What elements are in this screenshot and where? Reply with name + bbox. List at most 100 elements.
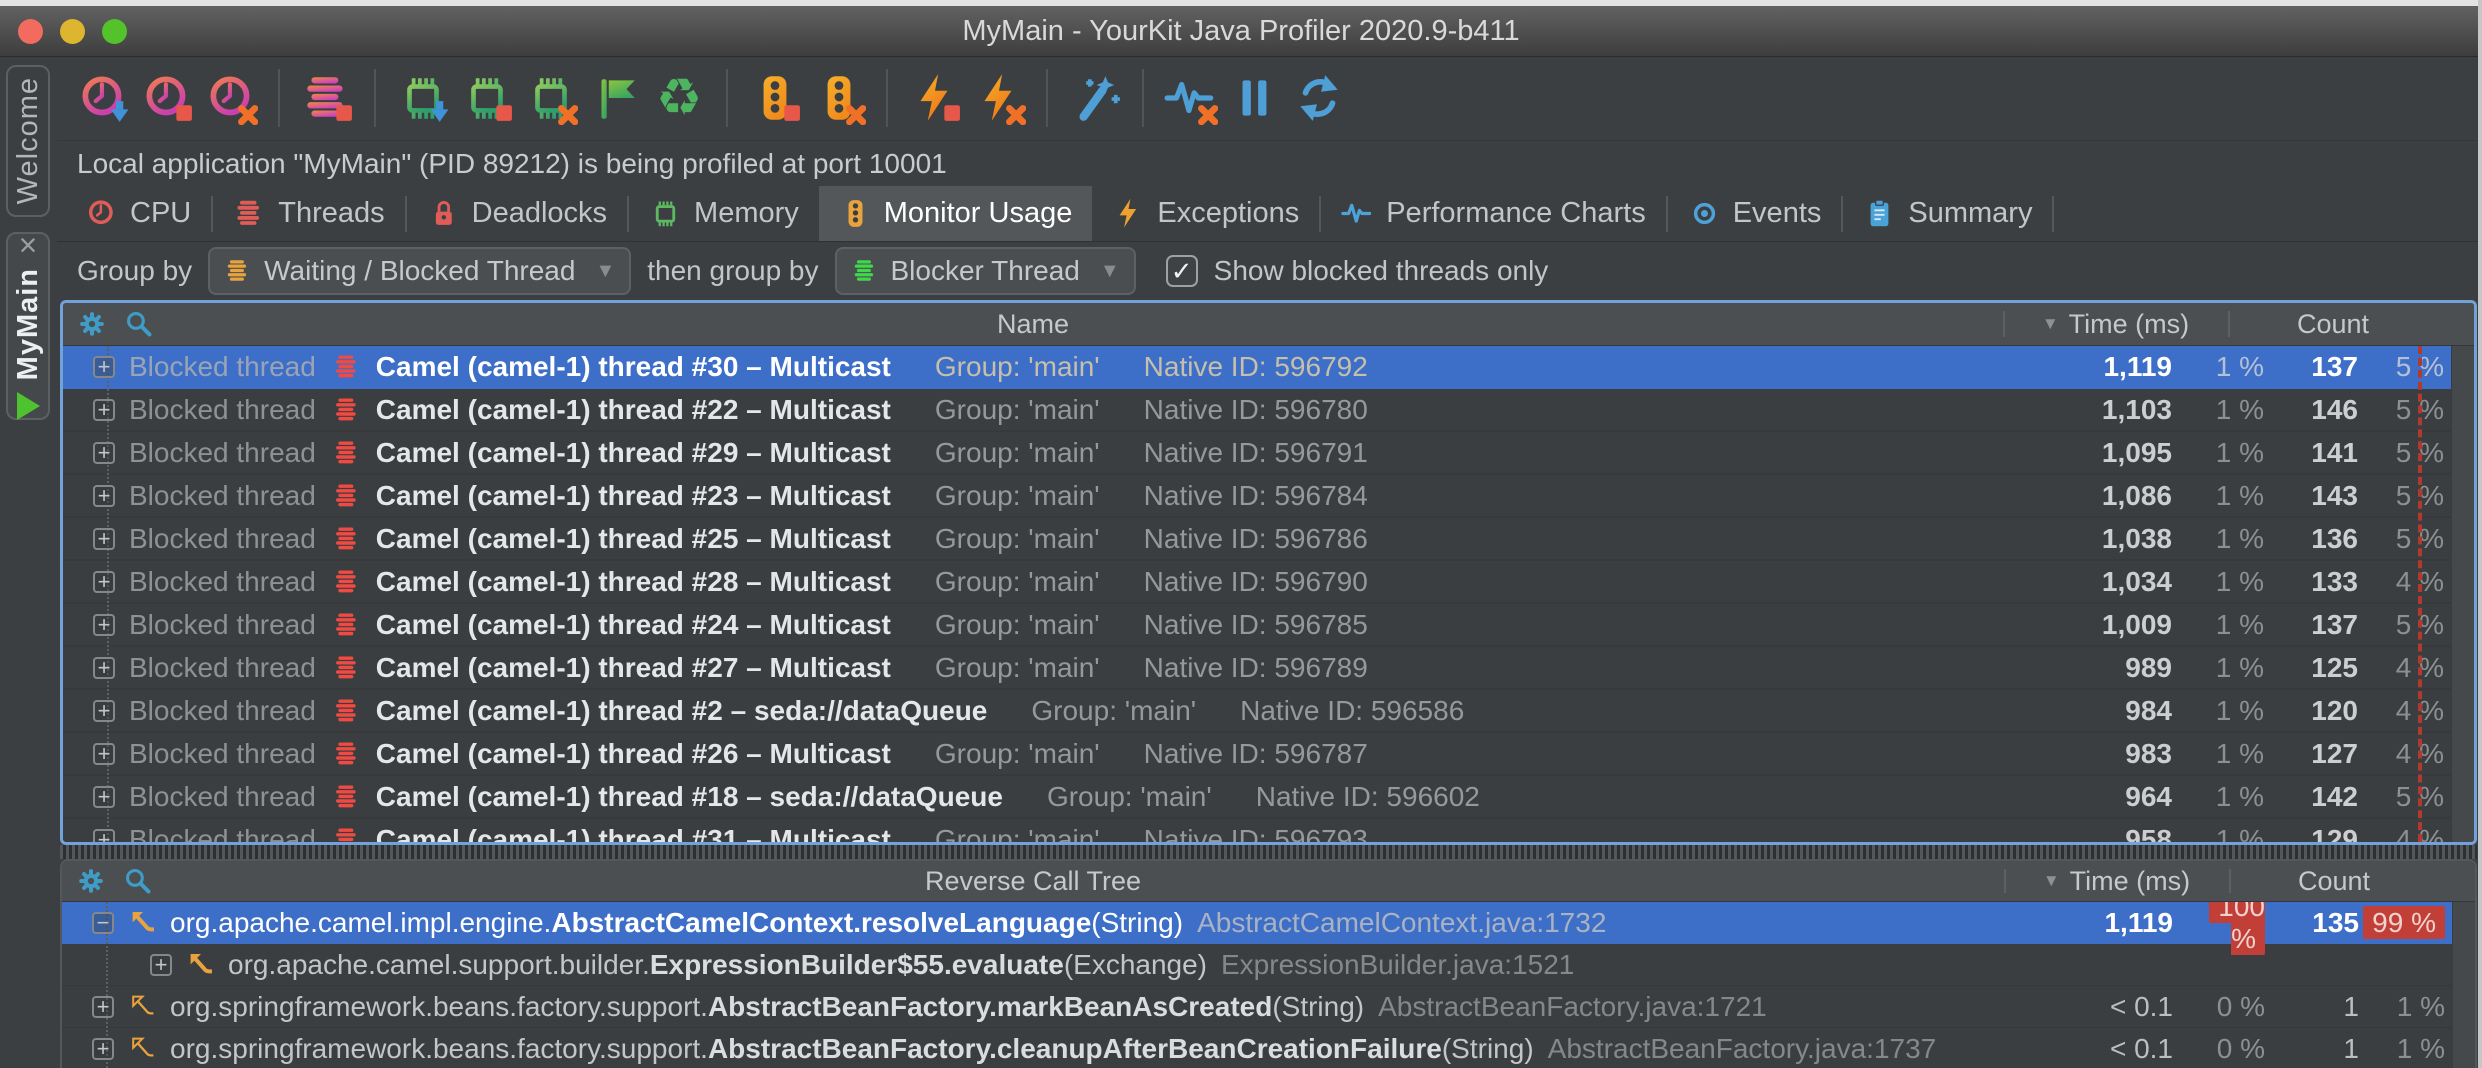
time-cell: 1,034 1 % — [2039, 566, 2264, 598]
sidebar-tab-mymain[interactable]: × MyMain — [6, 232, 50, 420]
expand-icon[interactable]: + — [93, 571, 115, 593]
time-column-header[interactable]: ▼ Time (ms) — [2003, 303, 2228, 345]
tab-cpu[interactable]: CPU — [65, 186, 211, 241]
blocked-thread-row[interactable]: +Blocked threadCamel (camel-1) thread #2… — [63, 561, 2474, 604]
tab-label: Summary — [1908, 197, 2032, 230]
name-column-header[interactable]: Name — [63, 309, 2003, 340]
sidebar-tab-welcome[interactable]: Welcome — [6, 65, 50, 217]
count-cell: 135 99 % — [2265, 907, 2475, 939]
tab-deadlocks[interactable]: Deadlocks — [407, 186, 627, 241]
blocked-thread-label: Blocked thread — [129, 781, 316, 813]
time-column-header[interactable]: ▼ Time (ms) — [2004, 861, 2229, 901]
cpu-stop-button[interactable] — [138, 69, 196, 127]
monitors-stop-button[interactable] — [746, 69, 804, 127]
panel-splitter[interactable] — [60, 845, 2477, 859]
expand-icon[interactable]: + — [93, 743, 115, 765]
tab-monitor-usage[interactable]: Monitor Usage — [819, 186, 1093, 241]
clipboard-icon — [1863, 197, 1896, 230]
expand-icon[interactable]: + — [150, 954, 172, 976]
count-value: 137 — [2268, 351, 2358, 383]
tab-label: Threads — [278, 197, 384, 230]
time-value: 1,009 — [2052, 609, 2172, 641]
tab-label: Deadlocks — [472, 197, 607, 230]
collapse-icon[interactable]: − — [92, 912, 114, 934]
blocked-thread-row[interactable]: +Blocked threadCamel (camel-1) thread #1… — [63, 776, 2474, 819]
blocked-thread-row[interactable]: +Blocked threadCamel (camel-1) thread #2… — [63, 389, 2474, 432]
blocked-thread-row[interactable]: +Blocked threadCamel (camel-1) thread #2… — [63, 475, 2474, 518]
count-value: 141 — [2268, 437, 2358, 469]
trigger-flag-button[interactable] — [586, 69, 644, 127]
thread-stack-icon — [332, 438, 362, 468]
titlebar[interactable]: MyMain - YourKit Java Profiler 2020.9-b4… — [0, 6, 2482, 57]
expand-icon[interactable]: + — [93, 442, 115, 464]
call-tree-row[interactable]: + org.springframework.beans.factory.supp… — [62, 986, 2475, 1028]
expand-icon[interactable]: + — [93, 614, 115, 636]
close-tab-icon[interactable]: × — [19, 232, 38, 258]
tab-threads[interactable]: Threads — [213, 186, 404, 241]
expand-icon[interactable]: + — [93, 700, 115, 722]
blocked-thread-row[interactable]: +Blocked threadCamel (camel-1) thread #2… — [63, 432, 2474, 475]
count-column-header[interactable]: Count — [2229, 861, 2453, 901]
blocked-thread-row[interactable]: +Blocked threadCamel (camel-1) thread #2… — [63, 733, 2474, 776]
expand-icon[interactable]: + — [93, 528, 115, 550]
call-tree-row[interactable]: − org.apache.camel.impl.engine.AbstractC… — [62, 902, 2475, 944]
tab-exceptions[interactable]: Exceptions — [1092, 186, 1319, 241]
expand-icon[interactable]: + — [93, 657, 115, 679]
tab-memory[interactable]: Memory — [629, 186, 819, 241]
cpu-clear-button[interactable] — [202, 69, 260, 127]
memory-stop-button[interactable] — [458, 69, 516, 127]
blocked-thread-row[interactable]: +Blocked threadCamel (camel-1) thread #2… — [63, 518, 2474, 561]
settings-gear-icon[interactable] — [76, 866, 106, 896]
tab-events[interactable]: Events — [1668, 186, 1842, 241]
telemetry-clear-button[interactable] — [1162, 69, 1220, 127]
memory-start-button[interactable] — [394, 69, 452, 127]
blocked-thread-row[interactable]: +Blocked threadCamel (camel-1) thread #2… — [63, 604, 2474, 647]
tab-performance-charts[interactable]: Performance Charts — [1321, 186, 1666, 241]
tab-summary[interactable]: Summary — [1843, 186, 2052, 241]
expand-icon[interactable]: + — [93, 356, 115, 378]
force-gc-button[interactable]: ♻ — [650, 69, 708, 127]
expand-icon[interactable]: + — [93, 399, 115, 421]
blocked-thread-row[interactable]: +Blocked threadCamel (camel-1) thread #2… — [63, 647, 2474, 690]
expand-icon[interactable]: + — [92, 1038, 114, 1060]
vertical-scrollbar[interactable] — [2451, 346, 2474, 842]
monitors-clear-button[interactable] — [810, 69, 868, 127]
close-window-button[interactable] — [18, 19, 43, 44]
expand-icon[interactable]: + — [93, 786, 115, 808]
method-args: (String) — [1091, 907, 1183, 939]
zoom-window-button[interactable] — [102, 19, 127, 44]
time-cell: 984 1 % — [2039, 695, 2264, 727]
refresh-button[interactable] — [1290, 69, 1348, 127]
second-grouping-dropdown[interactable]: Blocker Thread ▼ — [835, 247, 1136, 295]
calltree-column-header[interactable]: Reverse Call Tree — [62, 866, 2004, 897]
expand-icon[interactable]: + — [92, 996, 114, 1018]
exceptions-clear-button[interactable] — [970, 69, 1028, 127]
show-blocked-threads-checkbox[interactable]: ✓ — [1166, 255, 1198, 287]
count-value: 136 — [2268, 523, 2358, 555]
inspections-wand-button[interactable] — [1066, 69, 1124, 127]
expand-icon[interactable]: + — [93, 485, 115, 507]
blocked-thread-row[interactable]: +Blocked threadCamel (camel-1) thread #2… — [63, 690, 2474, 733]
settings-gear-icon[interactable] — [77, 309, 107, 339]
minimize-window-button[interactable] — [60, 19, 85, 44]
cpu-start-button[interactable] — [74, 69, 132, 127]
count-percent: 5 % — [2358, 394, 2444, 426]
threads-stop-button[interactable] — [298, 69, 356, 127]
thread-name-cell: +Blocked threadCamel (camel-1) thread #2… — [63, 566, 2039, 598]
pause-button[interactable] — [1226, 69, 1284, 127]
memory-clear-button[interactable] — [522, 69, 580, 127]
count-column-header[interactable]: Count — [2228, 303, 2452, 345]
time-value: 958 — [2052, 824, 2172, 843]
blocked-thread-row[interactable]: +Blocked threadCamel (camel-1) thread #3… — [63, 819, 2474, 842]
expand-icon[interactable]: + — [93, 829, 115, 843]
toolbar-separator — [278, 69, 280, 127]
time-cell: 1,095 1 % — [2039, 437, 2264, 469]
vertical-scrollbar[interactable] — [2452, 902, 2475, 1068]
search-icon[interactable] — [122, 865, 154, 897]
call-tree-row[interactable]: + org.springframework.beans.factory.supp… — [62, 1028, 2475, 1068]
first-grouping-dropdown[interactable]: Waiting / Blocked Thread ▼ — [208, 247, 631, 295]
exceptions-stop-button[interactable] — [906, 69, 964, 127]
search-icon[interactable] — [123, 308, 155, 340]
blocked-thread-row[interactable]: +Blocked threadCamel (camel-1) thread #3… — [63, 346, 2474, 389]
time-percent: 0 % — [2173, 1033, 2265, 1065]
